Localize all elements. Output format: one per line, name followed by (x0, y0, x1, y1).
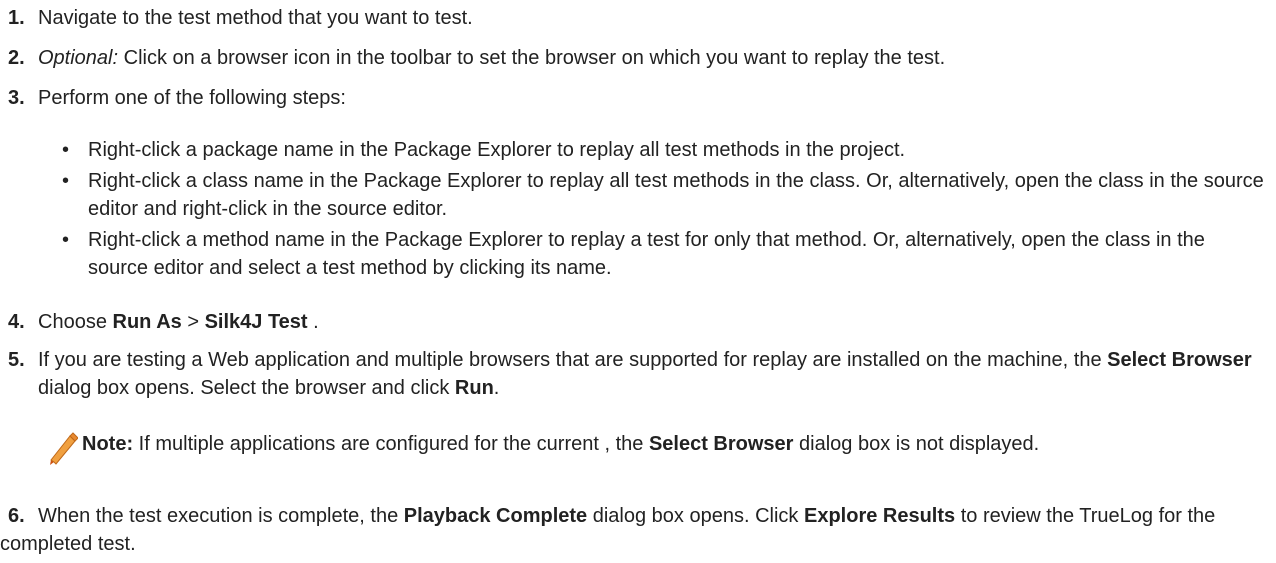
step-6: 6. When the test execution is complete, … (0, 502, 1266, 558)
step-text-span: If you are testing a Web application and… (38, 349, 1108, 371)
optional-label: Optional: (38, 47, 119, 69)
bullet-text: Right-click a package name in the Packag… (88, 139, 906, 161)
list-item: • Right-click a class name in the Packag… (0, 167, 1266, 223)
step-text: If you are testing a Web application and… (38, 346, 1266, 402)
step-text-span: When the test execution is complete, the (38, 505, 404, 527)
step-text: Perform one of the following steps: (38, 84, 1266, 112)
step-text-span: Click on a browser icon in the toolbar t… (118, 47, 946, 69)
note-text-span: dialog box is not displayed. (793, 433, 1040, 455)
note-text: Note: If multiple applications are confi… (82, 430, 1266, 458)
menu-separator: > (181, 311, 205, 333)
bullet-glyph: • (62, 229, 70, 251)
step-text-span: . (493, 377, 500, 399)
pencil-icon (50, 432, 78, 465)
note-text-span: If multiple applications are configured … (133, 433, 649, 455)
step-4: 4. Choose Run As > Silk4J Test . (0, 308, 1266, 336)
explore-results-label: Explore Results (803, 505, 956, 527)
select-browser-label: Select Browser (1107, 349, 1252, 371)
list-item: • Right-click a method name in the Packa… (0, 226, 1266, 282)
note-label: Note: (82, 433, 134, 455)
menu-run-as: Run As (112, 311, 182, 333)
bullet-glyph: • (62, 139, 70, 161)
select-browser-label: Select Browser (648, 433, 794, 455)
step-text-span: . (307, 311, 319, 333)
step-number: 4. (8, 311, 25, 333)
step-text: When the test execution is complete, the… (0, 502, 1266, 558)
step-text-span: dialog box opens. Select the browser and… (38, 377, 455, 399)
bullet-text: Right-click a method name in the Package… (88, 229, 1205, 279)
note-block: Note: If multiple applications are confi… (0, 430, 1266, 465)
step-5: 5. If you are testing a Web application … (0, 346, 1266, 402)
step-text: Choose Run As > Silk4J Test . (38, 308, 1266, 336)
bullet-text: Right-click a class name in the Package … (88, 170, 1264, 220)
bullet-list: • Right-click a package name in the Pack… (0, 136, 1266, 282)
step-text-span: Perform one of the following steps: (38, 87, 346, 109)
step-text: Optional: Click on a browser icon in the… (38, 44, 1266, 72)
step-number: 1. (8, 7, 25, 29)
list-item: • Right-click a package name in the Pack… (0, 136, 1266, 164)
step-3: 3. Perform one of the following steps: (0, 84, 1266, 112)
step-number: 3. (8, 87, 25, 109)
step-number: 5. (8, 349, 25, 371)
step-text-span: dialog box opens. Click (587, 505, 804, 527)
step-number: 2. (8, 47, 25, 69)
bullet-glyph: • (62, 170, 70, 192)
step-number: 6. (8, 505, 25, 527)
step-text-span: Choose (38, 311, 113, 333)
menu-silk4j-test: Silk4J Test (204, 311, 308, 333)
step-text: Navigate to the test method that you wan… (38, 4, 1266, 32)
procedure-steps: 1. Navigate to the test method that you … (0, 0, 1276, 563)
run-label: Run (454, 377, 494, 399)
step-text-span: Navigate to the test method that you wan… (38, 7, 473, 29)
step-1: 1. Navigate to the test method that you … (0, 4, 1266, 32)
playback-complete-label: Playback Complete (403, 505, 588, 527)
step-2: 2. Optional: Click on a browser icon in … (0, 44, 1266, 72)
